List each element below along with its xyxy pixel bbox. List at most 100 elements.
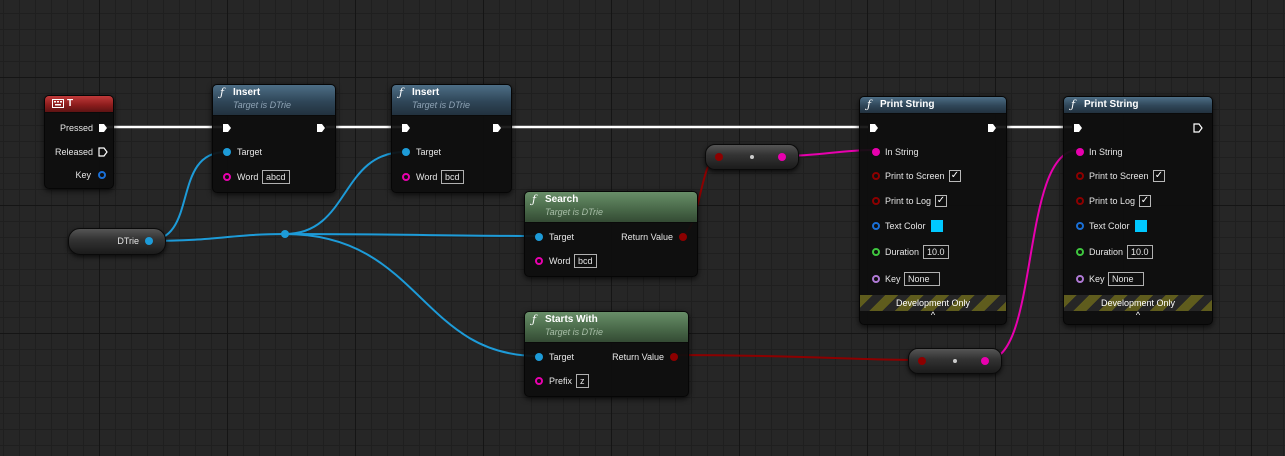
float-in-pin[interactable]: [1076, 248, 1084, 256]
dtrie-label: DTrie: [117, 236, 139, 246]
bool-out-pin[interactable]: [670, 353, 678, 361]
word-field[interactable]: bcd: [441, 170, 464, 184]
bool-in-pin[interactable]: [872, 172, 880, 180]
search-node[interactable]: ƒ Search Target is DTrie Target Return V…: [524, 191, 698, 277]
print-string-node[interactable]: ƒ Print String In String Print to Screen…: [859, 96, 1007, 325]
exec-in-pin[interactable]: [1073, 123, 1083, 133]
key-label: Key: [75, 170, 91, 180]
string-in-pin[interactable]: [402, 173, 410, 181]
search-header: ƒ Search Target is DTrie: [525, 192, 697, 223]
exec-out-pin[interactable]: [98, 147, 108, 157]
function-icon: ƒ: [1071, 98, 1076, 111]
duration-field[interactable]: 10.0: [1127, 245, 1153, 259]
object-in-pin[interactable]: [535, 353, 543, 361]
print-to-log-checkbox[interactable]: ✓: [935, 195, 947, 207]
word-row: Word abcd: [213, 169, 335, 185]
target-label: Target: [416, 147, 442, 157]
duration-field[interactable]: 10.0: [923, 245, 949, 259]
print-to-screen-checkbox[interactable]: ✓: [1153, 170, 1165, 182]
object-in-pin[interactable]: [223, 148, 231, 156]
wire-knot: [281, 230, 289, 238]
key-label: Key: [1089, 274, 1105, 284]
exec-out-pin[interactable]: [316, 123, 326, 133]
string-in-pin[interactable]: [1076, 148, 1084, 156]
key-row: Key: [45, 167, 113, 183]
exec-in-pin[interactable]: [222, 123, 232, 133]
print-to-log-row: Print to Log ✓: [1064, 193, 1212, 209]
bool-in-pin[interactable]: [872, 197, 880, 205]
print-to-log-checkbox[interactable]: ✓: [1139, 195, 1151, 207]
bool-to-string-node[interactable]: [705, 144, 799, 170]
word-row: Word bcd: [392, 169, 511, 185]
struct-in-pin[interactable]: [872, 222, 880, 230]
word-field[interactable]: bcd: [574, 254, 597, 268]
text-color-label: Text Color: [885, 221, 926, 231]
object-in-pin[interactable]: [535, 233, 543, 241]
text-color-swatch[interactable]: [1135, 220, 1147, 232]
exec-out-pin[interactable]: [987, 123, 997, 133]
string-in-pin[interactable]: [872, 148, 880, 156]
string-in-pin[interactable]: [223, 173, 231, 181]
text-color-row: Text Color: [1064, 218, 1212, 234]
event-node-t[interactable]: T Pressed Released Key: [44, 95, 114, 189]
object-wire: [284, 233, 539, 237]
print-to-screen-checkbox[interactable]: ✓: [949, 170, 961, 182]
conversion-dot: [953, 359, 957, 363]
word-label: Word: [549, 256, 571, 266]
insert-subtitle: Target is DTrie: [233, 100, 292, 110]
insert-node[interactable]: ƒ Insert Target is DTrie Target Word bcd: [391, 84, 512, 193]
insert-subtitle: Target is DTrie: [412, 100, 471, 110]
development-only-banner: Development Only: [860, 295, 1006, 311]
word-label: Word: [237, 172, 259, 182]
name-in-pin[interactable]: [1076, 275, 1084, 283]
duration-row: Duration 10.0: [1064, 244, 1212, 260]
in-string-row: In String: [860, 144, 1006, 160]
word-label: Word: [416, 172, 438, 182]
key-field[interactable]: None: [1108, 272, 1144, 286]
insert-node[interactable]: ƒ Insert Target is DTrie Target Word abc…: [212, 84, 336, 193]
key-field[interactable]: None: [904, 272, 940, 286]
prefix-field[interactable]: z: [576, 374, 589, 388]
object-in-pin[interactable]: [402, 148, 410, 156]
in-string-label: In String: [885, 147, 919, 157]
starts-with-node[interactable]: ƒ Starts With Target is DTrie Target Ret…: [524, 311, 689, 397]
bool-to-string-node[interactable]: [908, 348, 1002, 374]
bool-in-pin[interactable]: [715, 153, 723, 161]
string-in-pin[interactable]: [535, 377, 543, 385]
struct-in-pin[interactable]: [1076, 222, 1084, 230]
released-label: Released: [54, 147, 93, 157]
float-in-pin[interactable]: [872, 248, 880, 256]
object-out-pin[interactable]: [145, 237, 153, 245]
exec-out-pin[interactable]: [1193, 123, 1203, 133]
expand-caret-icon[interactable]: ^: [1064, 310, 1212, 320]
string-out-pin[interactable]: [778, 153, 786, 161]
dtrie-variable-node[interactable]: DTrie: [68, 228, 166, 255]
exec-out-pin[interactable]: [492, 123, 502, 133]
bool-in-pin[interactable]: [918, 357, 926, 365]
starts-with-title: Starts With: [545, 314, 598, 325]
print-string-node[interactable]: ƒ Print String In String Print to Screen…: [1063, 96, 1213, 325]
word-row: Word bcd: [525, 253, 697, 269]
string-out-pin[interactable]: [981, 357, 989, 365]
struct-out-pin[interactable]: [98, 171, 106, 179]
string-in-pin[interactable]: [535, 257, 543, 265]
insert-header: ƒ Insert Target is DTrie: [392, 85, 511, 116]
target-row: Target: [213, 144, 335, 160]
bool-in-pin[interactable]: [1076, 172, 1084, 180]
in-string-label: In String: [1089, 147, 1123, 157]
exec-in-pin[interactable]: [401, 123, 411, 133]
text-color-swatch[interactable]: [931, 220, 943, 232]
bool-in-pin[interactable]: [1076, 197, 1084, 205]
function-icon: ƒ: [399, 86, 404, 99]
expand-caret-icon[interactable]: ^: [860, 310, 1006, 320]
print-string-title: Print String: [880, 99, 935, 110]
print-to-log-label: Print to Log: [885, 196, 932, 206]
word-field[interactable]: abcd: [262, 170, 290, 184]
function-icon: ƒ: [532, 193, 537, 206]
exec-in-pin[interactable]: [869, 123, 879, 133]
name-in-pin[interactable]: [872, 275, 880, 283]
bool-out-pin[interactable]: [679, 233, 687, 241]
search-title: Search: [545, 194, 579, 205]
print-to-screen-row: Print to Screen ✓: [1064, 168, 1212, 184]
exec-out-pin[interactable]: [98, 123, 108, 133]
